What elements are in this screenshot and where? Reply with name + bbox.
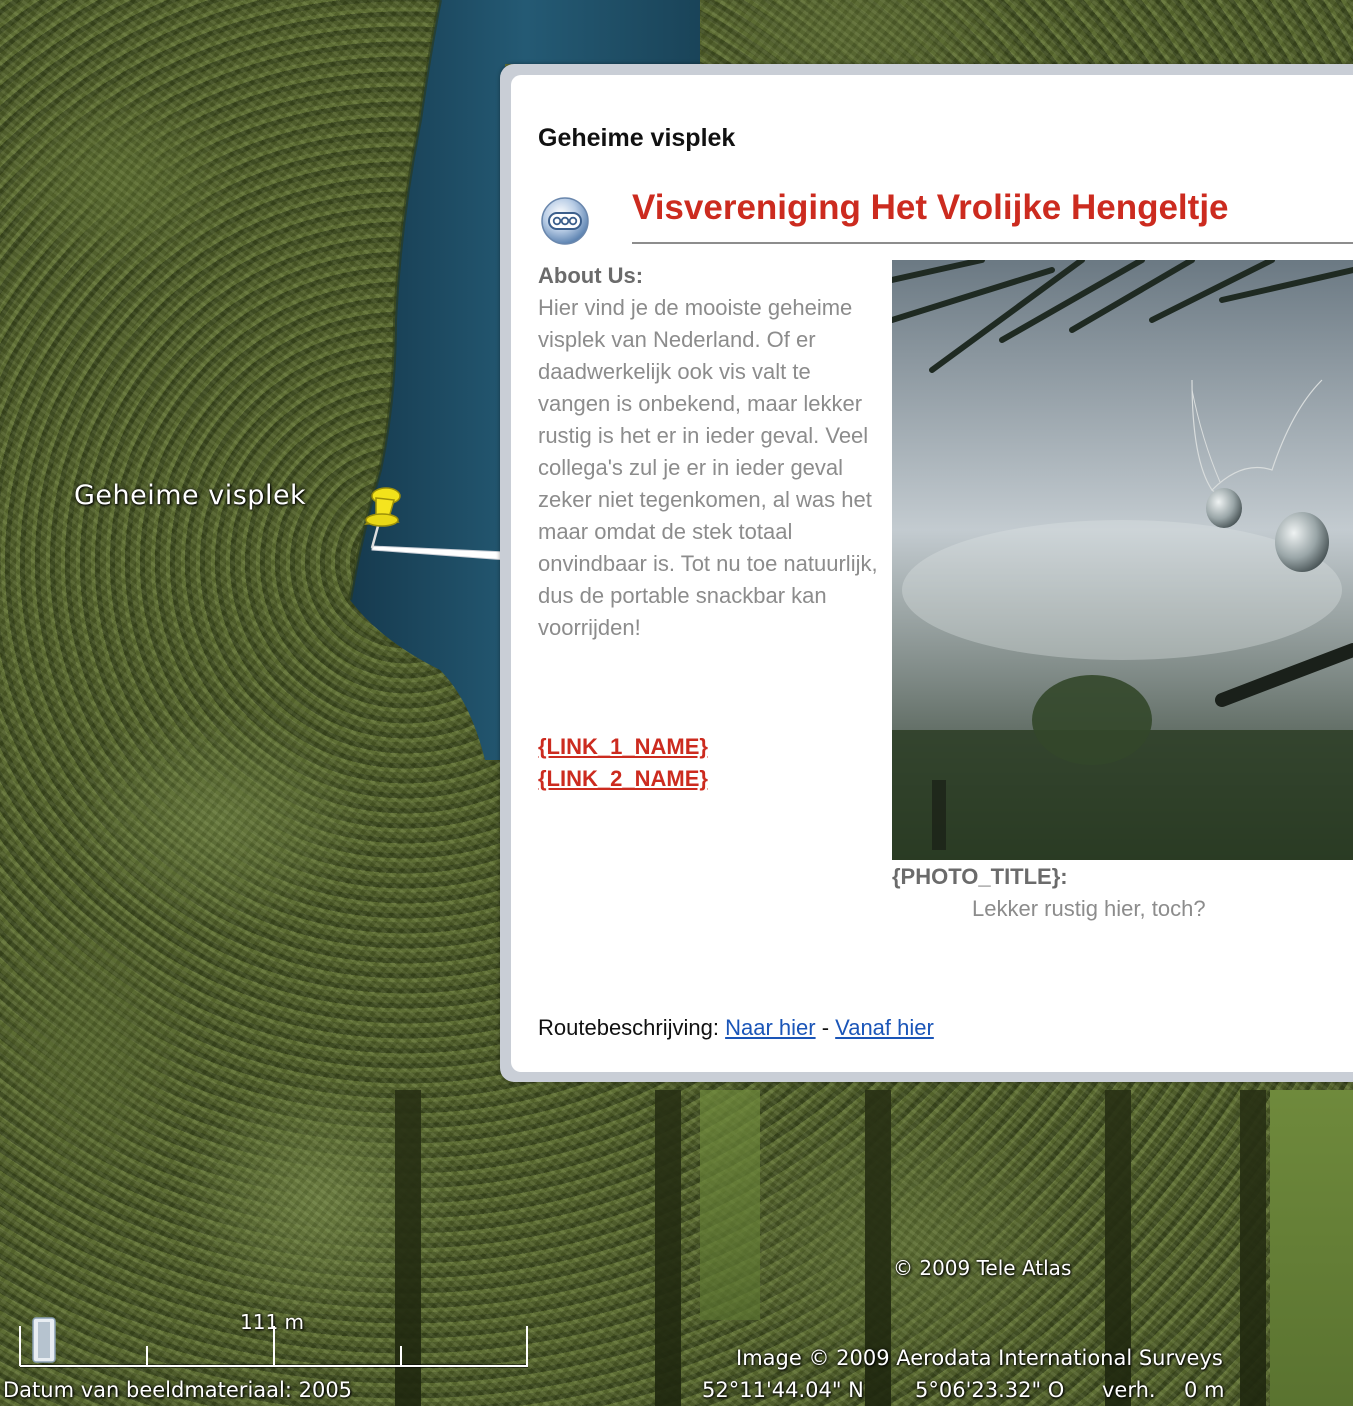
elevation-label: verh. [1102, 1378, 1156, 1402]
route-from-here-link[interactable]: Vanaf hier [835, 1015, 934, 1040]
route-separator: - [821, 1015, 830, 1040]
organization-title: Visvereniging Het Vrolijke Hengeltje [632, 188, 1229, 227]
latitude-readout: 52°11'44.04" N [702, 1378, 864, 1402]
balloon-title: Geheime visplek [538, 124, 736, 152]
chat-bubble-icon [541, 197, 589, 245]
link-2[interactable]: {LINK_2_NAME} [538, 766, 708, 792]
route-directions: Routebeschrijving: Naar hier - Vanaf hie… [538, 1015, 934, 1041]
street-view-pegman-icon[interactable] [30, 1316, 58, 1364]
route-label: Routebeschrijving: [538, 1015, 719, 1040]
about-heading: About Us: [538, 263, 644, 288]
link-1[interactable]: {LINK_1_NAME} [538, 734, 708, 760]
scale-legend-bar [19, 1326, 528, 1368]
location-photo [892, 260, 1353, 860]
route-to-here-link[interactable]: Naar hier [725, 1015, 815, 1040]
elevation-value: 0 m [1184, 1378, 1225, 1402]
pushpin-icon[interactable] [356, 484, 406, 554]
imagery-date: Datum van beeldmateriaal: 2005 [3, 1378, 353, 1402]
placemark-label[interactable]: Geheime visplek [74, 480, 306, 511]
photo-caption: Lekker rustig hier, toch? [972, 896, 1206, 921]
copyright-aerodata: Image © 2009 Aerodata International Surv… [736, 1346, 1223, 1370]
longitude-readout: 5°06'23.32" O [915, 1378, 1065, 1402]
photo-image [892, 260, 1353, 860]
photo-title: {PHOTO_TITLE}: [892, 864, 1068, 889]
about-description: Hier vind je de mooiste geheime visplek … [538, 295, 878, 640]
copyright-teleatlas: © 2009 Tele Atlas [893, 1256, 1072, 1280]
title-divider [632, 242, 1353, 244]
